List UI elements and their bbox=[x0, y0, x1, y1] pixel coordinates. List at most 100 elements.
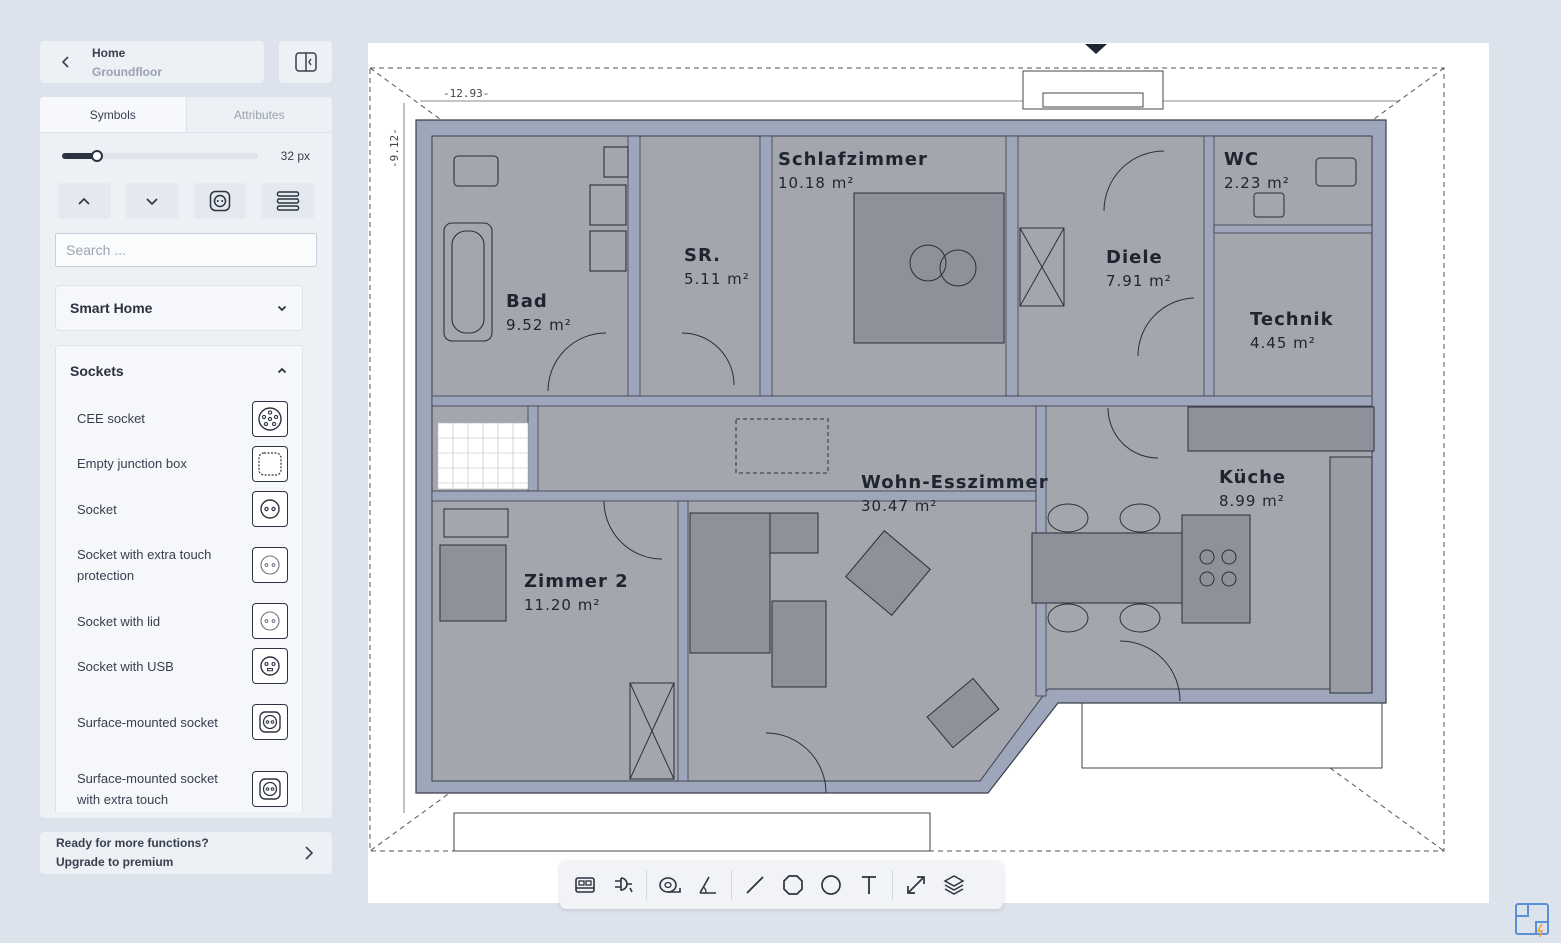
furniture-tool-button[interactable] bbox=[566, 866, 604, 904]
layers-icon bbox=[943, 875, 965, 895]
symbol-item-socket-with-lid[interactable]: Socket with lid bbox=[56, 598, 302, 644]
symbol-item-socket-touch-protection[interactable]: Socket with extra touch protection bbox=[56, 532, 302, 598]
group-label: Sockets bbox=[70, 363, 124, 379]
circle-tool-button[interactable] bbox=[812, 866, 850, 904]
symbol-item-cee-socket[interactable]: CEE socket bbox=[56, 396, 302, 441]
room-name[interactable]: Küche bbox=[1219, 467, 1286, 488]
symbols-panel: Symbols Attributes 32 px Search ... Smar… bbox=[40, 97, 332, 818]
tab-attributes[interactable]: Attributes bbox=[187, 97, 333, 132]
move-up-button[interactable] bbox=[58, 183, 111, 219]
polygon-tool-button[interactable] bbox=[774, 866, 812, 904]
toolbar-separator bbox=[731, 870, 732, 900]
electrical-tool-button[interactable] bbox=[604, 866, 642, 904]
toolbar-separator bbox=[646, 870, 647, 900]
plug-icon bbox=[615, 877, 633, 893]
back-button[interactable] bbox=[40, 41, 92, 83]
chevron-down-icon bbox=[146, 198, 158, 206]
search-input[interactable] bbox=[56, 234, 316, 266]
group-label: Smart Home bbox=[70, 300, 153, 316]
location-card: Home Groundfloor bbox=[40, 41, 264, 83]
surface-socket-touch-icon bbox=[252, 771, 288, 807]
symbol-list: Smart Home Sockets CEE socket Empty junc… bbox=[55, 285, 303, 812]
group-sockets: Sockets CEE socket Empty junction box So… bbox=[55, 345, 303, 812]
chevron-left-icon bbox=[61, 56, 69, 68]
app-logo bbox=[1512, 900, 1552, 938]
size-slider-row: 32 px bbox=[40, 133, 332, 177]
cee-socket-icon bbox=[252, 400, 288, 437]
chevron-down-icon bbox=[277, 305, 287, 312]
room-name[interactable]: Diele bbox=[1106, 247, 1163, 268]
room-area: 8.99 m² bbox=[1219, 492, 1285, 510]
room-name[interactable]: Bad bbox=[506, 291, 548, 312]
chevron-up-icon bbox=[78, 197, 90, 205]
bed bbox=[853, 192, 1005, 344]
expand-icon bbox=[907, 876, 925, 894]
size-slider[interactable] bbox=[62, 150, 258, 162]
symbol-label: CEE socket bbox=[77, 411, 145, 426]
symbol-item-socket[interactable]: Socket bbox=[56, 486, 302, 532]
group-header-sockets[interactable]: Sockets bbox=[56, 346, 302, 396]
line-icon bbox=[746, 876, 764, 894]
upgrade-banner[interactable]: Ready for more functions? Upgrade to pre… bbox=[40, 832, 332, 874]
socket-icon bbox=[252, 491, 288, 527]
floorplan-logo-icon bbox=[1515, 903, 1549, 938]
list-view-button[interactable] bbox=[261, 183, 314, 219]
text-tool-button[interactable] bbox=[850, 866, 888, 904]
chevron-right-icon bbox=[305, 846, 314, 860]
circle-icon bbox=[821, 875, 841, 895]
terrace-right bbox=[1081, 692, 1383, 769]
location-title: Home bbox=[92, 45, 126, 60]
symbol-style-button[interactable] bbox=[193, 183, 247, 219]
group-header-smart-home[interactable]: Smart Home bbox=[56, 286, 302, 330]
room-name[interactable]: SR. bbox=[684, 245, 721, 266]
upgrade-line-1: Ready for more functions? bbox=[56, 836, 209, 850]
room-name[interactable]: Wohn-Esszimmer bbox=[861, 472, 1049, 493]
symbol-label: Socket bbox=[77, 501, 117, 517]
junction-box-icon bbox=[252, 445, 288, 482]
terrace-bottom bbox=[453, 812, 931, 852]
symbol-label: Socket with extra touch protection bbox=[77, 547, 212, 583]
symbol-label: Surface-mounted socket bbox=[77, 714, 218, 730]
room-name[interactable]: WC bbox=[1224, 149, 1259, 170]
angle-tool-button[interactable] bbox=[689, 866, 727, 904]
bath-tiles bbox=[437, 422, 529, 490]
socket-usb-icon bbox=[252, 648, 288, 684]
bed-icon bbox=[575, 877, 595, 893]
group-smart-home: Smart Home bbox=[55, 285, 303, 331]
size-slider-handle[interactable] bbox=[91, 150, 104, 162]
socket-lid-icon bbox=[252, 603, 288, 639]
symbol-label: Socket with lid bbox=[77, 613, 161, 629]
toggle-panel-button[interactable] bbox=[279, 41, 332, 83]
resize-tool-button[interactable] bbox=[897, 866, 935, 904]
socket-icon bbox=[209, 190, 231, 212]
sidebar-toggle-icon bbox=[294, 52, 317, 72]
symbol-item-socket-usb[interactable]: Socket with USB bbox=[56, 644, 302, 688]
north-marker bbox=[1085, 44, 1107, 54]
layers-tool-button[interactable] bbox=[935, 866, 973, 904]
tab-symbols[interactable]: Symbols bbox=[40, 97, 187, 132]
measure-tool-button[interactable] bbox=[651, 866, 689, 904]
symbol-item-empty-junction-box[interactable]: Empty junction box bbox=[56, 441, 302, 486]
room-area: 9.52 m² bbox=[506, 316, 572, 334]
dimension-height: -9.12- bbox=[388, 128, 401, 168]
room-area: 2.23 m² bbox=[1224, 174, 1290, 192]
drawing-toolbar bbox=[560, 861, 1003, 909]
location-subtitle: Groundfloor bbox=[92, 64, 162, 79]
floorplan-canvas[interactable]: -12.93- -9.12- Schlafzimmer 10.18 m² WC … bbox=[368, 43, 1489, 903]
symbol-item-surface-mounted-socket[interactable]: Surface-mounted socket bbox=[56, 688, 302, 756]
size-value: 32 px bbox=[280, 149, 310, 163]
symbol-label: Empty junction box bbox=[77, 456, 187, 471]
room-area: 5.11 m² bbox=[684, 270, 750, 288]
room-name[interactable]: Technik bbox=[1250, 309, 1334, 330]
upgrade-line-2: Upgrade to premium bbox=[56, 855, 174, 869]
room-name[interactable]: Schlafzimmer bbox=[778, 149, 928, 170]
room-name[interactable]: Zimmer 2 bbox=[524, 571, 629, 592]
floorplan-drawing: -12.93- -9.12- Schlafzimmer10.18 m²WC2.2… bbox=[369, 44, 1445, 852]
polygon-icon bbox=[783, 875, 803, 895]
room-area: 11.20 m² bbox=[524, 596, 600, 614]
room-area: 4.45 m² bbox=[1250, 334, 1316, 352]
surface-socket-icon bbox=[252, 704, 288, 740]
move-down-button[interactable] bbox=[125, 183, 179, 219]
symbol-item-surface-socket-touch[interactable]: Surface-mounted socket with extra touch bbox=[56, 756, 302, 812]
line-tool-button[interactable] bbox=[736, 866, 774, 904]
